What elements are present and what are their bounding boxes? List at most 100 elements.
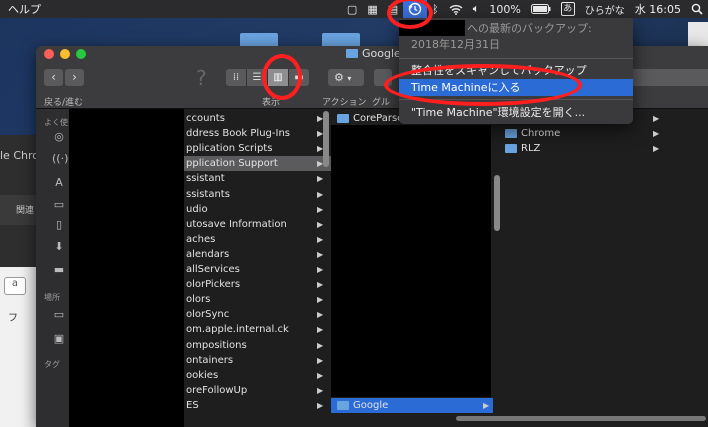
menu-bar: ヘルプ ▢ ▦ ▤ ᛒ 🔈︎ 100% あ ひらがな 水 16:05 (0, 0, 708, 18)
menu-help[interactable]: ヘルプ (0, 1, 41, 17)
volume-icon[interactable]: 🔈︎ (468, 0, 485, 18)
menu-latest-backup-date: 2018年12月31日 (411, 38, 500, 51)
list-item[interactable]: ccounts ▶ (184, 111, 331, 126)
list-item[interactable]: ES ▶ (184, 398, 331, 413)
group-label: グル (372, 98, 391, 108)
spotlight-icon[interactable] (686, 0, 708, 18)
column-application-support[interactable]: CoreParse Google ▶ (331, 109, 501, 427)
action-button[interactable]: ⚙ ▾ (328, 69, 364, 86)
list-item[interactable]: utosave Information ▶ (184, 217, 331, 232)
list-item-label: aches (186, 233, 216, 245)
list-item[interactable]: olorPickers ▶ (184, 277, 331, 292)
input-method-label[interactable]: ひらがな (580, 0, 630, 18)
folder-icon (337, 113, 349, 123)
column-google[interactable]: ▶ Chrome ▶ RLZ ▶ (501, 109, 666, 427)
action-label: アクション (322, 98, 367, 108)
applications-icon[interactable]: A (52, 177, 66, 189)
background-window-text: フ (8, 313, 18, 324)
list-item[interactable]: alendars ▶ (184, 247, 331, 262)
documents-icon[interactable]: ▯ (52, 219, 66, 231)
column-view-button[interactable]: ▥ (268, 69, 289, 86)
grid-icon[interactable]: ▦ (362, 0, 382, 18)
scrollbar[interactable] (494, 175, 500, 231)
background-window[interactable]: le Chro 関連 a フ (0, 135, 40, 427)
window-title-text: Google (362, 47, 401, 60)
zoom-button[interactable] (76, 49, 86, 59)
chevron-right-icon: ▶ (317, 325, 324, 335)
chevron-right-icon: ▶ (653, 144, 660, 153)
time-machine-icon[interactable] (403, 0, 428, 18)
airdrop-icon[interactable]: ◎ (52, 131, 66, 143)
group-button[interactable] (374, 69, 392, 86)
horizontal-scrollbar[interactable] (456, 416, 706, 421)
forward-button[interactable]: › (65, 69, 84, 86)
list-item-label: oreFollowUp (186, 384, 248, 396)
redacted-area (69, 109, 184, 427)
menu-item-enter-time-machine[interactable]: Time Machineに入る (399, 79, 633, 96)
menu-separator (399, 58, 633, 59)
chevron-right-icon: ▶ (317, 340, 324, 350)
menu-bar-extras: ▢ ▦ ▤ ᛒ 🔈︎ 100% あ ひらがな 水 16:05 (342, 0, 708, 18)
downloads-icon[interactable]: ⬇ (52, 241, 66, 253)
list-item[interactable]: aches ▶ (184, 232, 331, 247)
keyboard-key[interactable]: a (4, 277, 26, 295)
column-empty[interactable] (666, 109, 708, 427)
window-title: Google (346, 47, 401, 60)
list-item[interactable]: om.apple.internal.ck ▶ (184, 322, 331, 337)
desktop-icon[interactable]: ▭ (52, 199, 66, 211)
bluetooth-icon[interactable]: ᛒ (427, 0, 444, 18)
menu-item-open-preferences[interactable]: "Time Machine"環境設定を開く... (399, 104, 633, 121)
list-item[interactable]: ookies ▶ (184, 368, 331, 383)
chevron-right-icon: ▶ (317, 249, 324, 259)
battery-percent[interactable]: 100% (484, 0, 525, 18)
chevron-right-icon: ▶ (317, 189, 324, 199)
menu-item-scan-backup[interactable]: 整合性をスキャンしてバックアップ (399, 62, 633, 79)
input-method-icon[interactable]: あ (556, 0, 580, 18)
back-button[interactable]: ‹ (44, 69, 63, 86)
menu-separator (399, 99, 633, 100)
gallery-view-button[interactable]: ▬ (289, 69, 309, 86)
list-item[interactable]: RLZ ▶ (501, 141, 666, 156)
list-view-button[interactable]: ☰ (247, 69, 268, 86)
background-window-tool-label[interactable]: 関連 (16, 203, 34, 216)
list-item-label: ssistants (186, 188, 230, 200)
battery-icon[interactable] (526, 0, 556, 18)
list-item-selected[interactable]: Google ▶ (331, 398, 493, 413)
gear-icon: ⚙ (334, 71, 344, 84)
disk-icon[interactable]: ▣ (52, 333, 66, 345)
scrollbar[interactable] (323, 111, 329, 167)
folder-icon (505, 143, 517, 153)
computer-icon[interactable]: ▭ (52, 309, 66, 321)
view-segmented-control[interactable]: ⁞⁞ ☰ ▥ ▬ (226, 69, 309, 86)
list-item[interactable]: olorSync ▶ (184, 307, 331, 322)
column-library[interactable]: ccounts ▶ ddress Book Plug-Ins ▶ pplication … (184, 109, 331, 427)
minimize-button[interactable] (60, 49, 70, 59)
list-item-label: ssistant (186, 173, 225, 185)
airdrop-icon[interactable]: ((·)) (52, 153, 73, 165)
panel-icon[interactable]: ▤ (383, 0, 403, 18)
wifi-icon[interactable] (444, 0, 468, 18)
list-item[interactable]: udio ▶ (184, 202, 331, 217)
square-icon[interactable]: ▢ (342, 0, 362, 18)
list-item[interactable]: allServices ▶ (184, 262, 331, 277)
list-item[interactable]: ssistant ▶ (184, 171, 331, 186)
list-item[interactable]: ddress Book Plug-Ins ▶ (184, 126, 331, 141)
list-item[interactable]: ssistants ▶ (184, 187, 331, 202)
list-item[interactable]: ompositions ▶ (184, 338, 331, 353)
list-item[interactable]: ontainers ▶ (184, 353, 331, 368)
folder-icon[interactable]: ▬ (52, 264, 66, 276)
close-button[interactable] (44, 49, 54, 59)
redacted-area (331, 125, 491, 397)
chevron-right-icon: ▶ (317, 295, 324, 305)
list-item-label: ccounts (186, 113, 225, 124)
list-item-selected[interactable]: pplication Support ▶ (184, 156, 331, 172)
icon-view-button[interactable]: ⁞⁞ (226, 69, 247, 86)
list-item[interactable]: pplication Scripts ▶ (184, 141, 331, 156)
list-item[interactable]: oreFollowUp ▶ (184, 383, 331, 398)
clock[interactable]: 水 16:05 (630, 0, 686, 18)
list-item[interactable]: Chrome ▶ (501, 126, 666, 141)
search-field[interactable] (620, 69, 708, 86)
chevron-down-icon: ▾ (347, 74, 352, 83)
list-item[interactable]: olors ▶ (184, 292, 331, 307)
chevron-right-icon: ▶ (317, 234, 324, 244)
